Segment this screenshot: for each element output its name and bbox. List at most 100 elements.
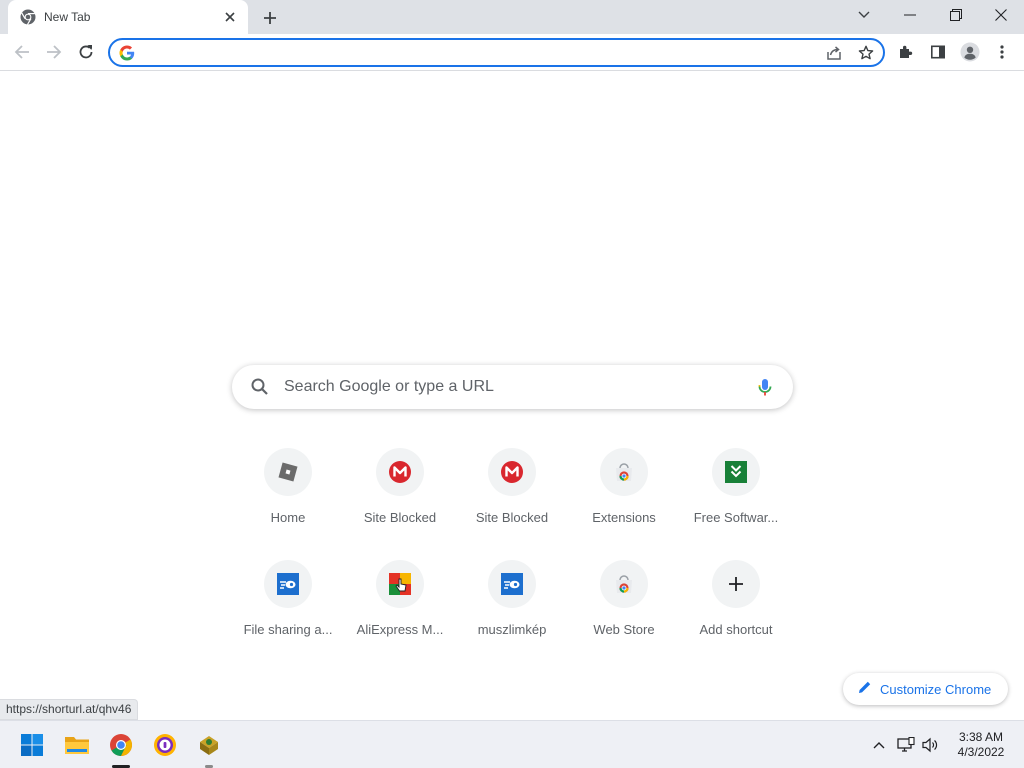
clock-button[interactable]: 3:38 AM 4/3/2022 — [948, 730, 1014, 760]
chrome-web-store-icon — [616, 575, 632, 593]
show-hidden-icons-button[interactable] — [868, 734, 890, 756]
shortcut-tile[interactable]: File sharing a... — [232, 544, 344, 656]
network-icon — [897, 737, 915, 752]
lock-shield-icon — [154, 734, 176, 756]
shortcut-tile[interactable]: Site Blocked — [456, 432, 568, 544]
clock-time: 3:38 AM — [958, 730, 1004, 744]
microphone-icon[interactable] — [754, 376, 776, 398]
close-tab-icon[interactable] — [220, 7, 240, 27]
side-panel-icon — [930, 45, 945, 59]
extensions-button[interactable] — [892, 38, 920, 66]
folder-icon — [65, 737, 89, 754]
shortcut-title: Web Store — [593, 622, 655, 637]
shortcut-icon-circle — [600, 448, 648, 496]
puzzle-icon — [900, 45, 913, 58]
shortcut-tile[interactable]: Home — [232, 432, 344, 544]
share-icon[interactable] — [823, 43, 845, 63]
address-input[interactable] — [144, 43, 804, 63]
address-bar[interactable] — [108, 38, 885, 67]
shortcut-tile[interactable]: Site Blocked — [344, 432, 456, 544]
tab-new-tab[interactable]: New Tab — [8, 0, 248, 34]
shortcut-icon-circle — [376, 560, 424, 608]
reload-icon — [79, 45, 93, 59]
chevron-down-icon — [858, 11, 870, 18]
network-button[interactable] — [895, 734, 917, 756]
shortcut-title: Site Blocked — [475, 510, 549, 525]
avatar-icon — [960, 42, 980, 62]
chrome-icon — [20, 9, 36, 25]
kebab-menu-icon — [1000, 45, 1004, 59]
shortcut-title: File sharing a... — [243, 622, 333, 637]
shortcut-tile[interactable]: Web Store — [568, 544, 680, 656]
shortcut-tile[interactable]: Free Softwar... — [680, 432, 792, 544]
other-app-button[interactable] — [193, 729, 225, 761]
restore-button[interactable] — [933, 0, 979, 30]
restore-icon — [950, 9, 962, 21]
mediafire-icon — [277, 573, 299, 595]
app-icon — [200, 736, 218, 755]
search-input[interactable] — [284, 377, 724, 397]
aliexpress-icon — [389, 573, 411, 595]
file-explorer-button[interactable] — [61, 729, 93, 761]
customize-chrome-label: Customize Chrome — [880, 681, 992, 697]
back-button[interactable] — [8, 38, 36, 66]
side-panel-button[interactable] — [924, 38, 952, 66]
customize-chrome-button[interactable]: Customize Chrome — [843, 673, 1008, 705]
shortcut-tile[interactable]: Extensions — [568, 432, 680, 544]
shortcut-title: Add shortcut — [699, 622, 773, 637]
speaker-icon — [922, 737, 938, 753]
mega-icon — [501, 461, 523, 483]
shortcut-title: AliExpress M... — [356, 622, 444, 637]
start-button[interactable] — [16, 729, 48, 761]
add-shortcut-tile[interactable]: Add shortcut — [680, 544, 792, 656]
chrome-taskbar-button[interactable] — [105, 729, 137, 761]
toolbar — [0, 34, 1024, 71]
chrome-icon — [110, 734, 132, 756]
clock-date: 4/3/2022 — [957, 745, 1005, 759]
shortcut-icon-circle — [264, 560, 312, 608]
shortcut-icon-circle — [488, 448, 536, 496]
link-status-bubble: https://shorturl.at/qhv46 — [0, 699, 139, 720]
close-window-button[interactable] — [978, 0, 1024, 30]
windows-icon — [21, 734, 43, 756]
bookmark-star-icon[interactable] — [855, 43, 877, 63]
shortcut-tile[interactable]: muszlimkép — [456, 544, 568, 656]
volume-button[interactable] — [920, 734, 942, 756]
arrow-right-icon — [47, 45, 62, 59]
shortcut-title: Home — [270, 510, 306, 525]
chevron-up-icon — [873, 742, 885, 749]
mediafire-icon — [501, 573, 523, 595]
plus-icon — [264, 12, 276, 24]
chrome-web-store-icon — [616, 463, 632, 481]
profile-button[interactable] — [956, 38, 984, 66]
menu-button[interactable] — [988, 38, 1016, 66]
shortcut-icon-circle — [488, 560, 536, 608]
shortcut-title: Free Softwar... — [693, 510, 779, 525]
pencil-icon — [858, 680, 872, 699]
shortcut-tile[interactable]: AliExpress M... — [344, 544, 456, 656]
shortcut-icon-circle — [600, 560, 648, 608]
search-icon — [250, 377, 270, 397]
download-icon — [725, 461, 747, 483]
reload-button[interactable] — [72, 38, 100, 66]
shortcut-icon-circle — [376, 448, 424, 496]
mega-icon — [389, 461, 411, 483]
google-icon — [119, 45, 135, 61]
shortcut-icon-circle — [712, 560, 760, 608]
shortcut-title: Site Blocked — [363, 510, 437, 525]
tab-strip: New Tab — [0, 0, 1024, 34]
shortcut-icon-circle — [712, 448, 760, 496]
taskbar: 3:38 AM 4/3/2022 — [0, 720, 1024, 768]
shortcut-title: muszlimkép — [477, 622, 547, 637]
new-tab-button[interactable] — [258, 6, 282, 30]
ntp-search-box[interactable] — [232, 365, 793, 409]
minimize-button[interactable] — [887, 0, 933, 30]
forward-button[interactable] — [40, 38, 68, 66]
vpn-app-button[interactable] — [149, 729, 181, 761]
tab-search-button[interactable] — [841, 0, 887, 30]
roblox-icon — [278, 462, 298, 482]
tab-title: New Tab — [44, 10, 91, 24]
minimize-icon — [904, 14, 916, 16]
close-icon — [995, 9, 1007, 21]
arrow-left-icon — [14, 45, 29, 59]
